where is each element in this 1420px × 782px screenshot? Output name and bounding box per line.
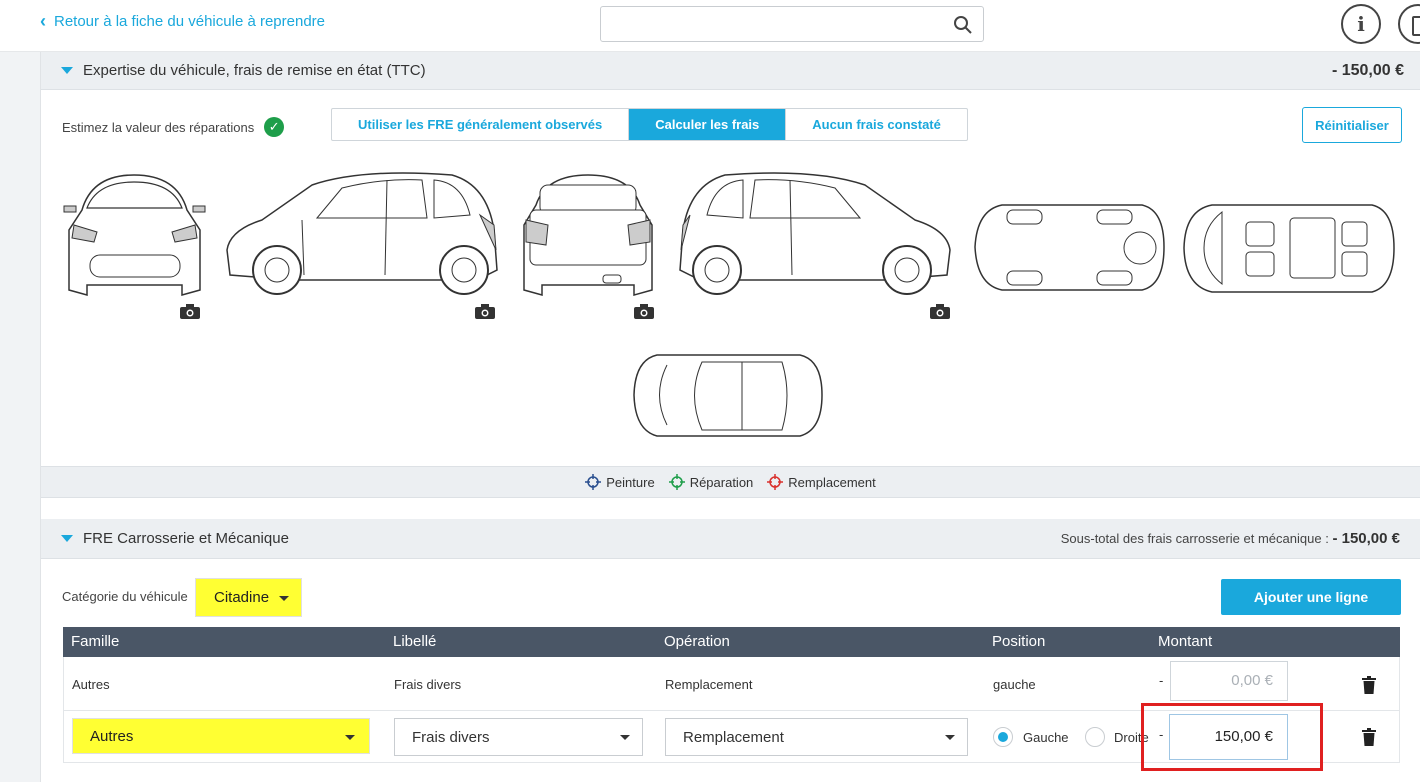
famille-select[interactable]: Autres xyxy=(72,718,370,754)
legend-peinture-label: Peinture xyxy=(606,474,655,490)
info-glyph: i xyxy=(1357,12,1365,36)
check-icon: ✓ xyxy=(264,117,285,137)
row1-libelle: Frais divers xyxy=(394,677,462,692)
search-icon[interactable] xyxy=(953,15,973,35)
category-label: Catégorie du véhicule xyxy=(62,589,188,604)
operation-select[interactable]: Remplacement xyxy=(665,718,968,756)
tab-calculer-frais[interactable]: Calculer les frais xyxy=(629,109,787,140)
row1-operation: Remplacement xyxy=(665,677,753,692)
left-gutter xyxy=(0,52,41,782)
tab-aucun-frais[interactable]: Aucun frais constaté xyxy=(786,109,967,140)
row1-amount-field[interactable]: 0,00 € xyxy=(1170,661,1288,701)
car-front-view[interactable] xyxy=(62,170,207,300)
car-interior-view[interactable] xyxy=(1182,200,1397,297)
libelle-value: Frais divers xyxy=(412,728,490,746)
estimation-mode-tabs: Utiliser les FRE généralement observés C… xyxy=(331,108,968,141)
fre-subtotal: Sous-total des frais carrosserie et méca… xyxy=(1061,530,1400,547)
collapse-triangle-icon[interactable] xyxy=(61,67,73,74)
add-line-button[interactable]: Ajouter une ligne xyxy=(1221,579,1401,615)
estimate-label: Estimez la valeur des réparations xyxy=(62,119,255,135)
operation-value: Remplacement xyxy=(683,728,784,746)
collapse-triangle-icon[interactable] xyxy=(61,535,73,542)
legend-remplacement: Remplacement xyxy=(767,474,876,490)
car-underbody-view[interactable] xyxy=(972,200,1167,295)
category-select[interactable]: Citadine xyxy=(195,578,302,617)
search-box[interactable] xyxy=(600,6,984,42)
back-link-label: Retour à la fiche du véhicule à reprendr… xyxy=(54,12,325,30)
radio-gauche-label: Gauche xyxy=(1023,730,1069,745)
legend-reparation-label: Réparation xyxy=(689,474,754,490)
camera-icon[interactable] xyxy=(930,304,950,319)
legend-remplacement-label: Remplacement xyxy=(788,474,876,490)
damage-legend: Peinture Réparation Remplacement xyxy=(41,466,1420,498)
reset-button[interactable]: Réinitialiser xyxy=(1302,107,1402,143)
chevron-down-icon xyxy=(945,735,955,740)
fre-title: FRE Carrosserie et Mécanique xyxy=(83,530,289,547)
crosshair-red-icon xyxy=(767,474,784,490)
fre-subtotal-label: Sous-total des frais carrosserie et méca… xyxy=(1060,531,1329,546)
col-operation: Opération xyxy=(664,633,730,650)
position-radio-gauche[interactable] xyxy=(993,727,1013,747)
car-left-side-view[interactable] xyxy=(222,170,502,300)
camera-icon[interactable] xyxy=(475,304,495,319)
row1-minus: - xyxy=(1159,673,1164,688)
top-bar: ‹ Retour à la fiche du véhicule à repren… xyxy=(0,0,1420,52)
tab-fre-observes[interactable]: Utiliser les FRE généralement observés xyxy=(332,109,630,140)
position-radio-droite[interactable] xyxy=(1085,727,1105,747)
back-link[interactable]: ‹ Retour à la fiche du véhicule à repren… xyxy=(40,12,325,30)
car-top-view[interactable] xyxy=(632,350,824,442)
annotation-highlight-box xyxy=(1141,703,1323,771)
chevron-down-icon xyxy=(620,735,630,740)
trash-icon[interactable] xyxy=(1362,676,1376,694)
table-header: Famille Libellé Opération Position Monta… xyxy=(63,627,1400,657)
legend-peinture: Peinture xyxy=(585,474,655,490)
fre-subtotal-value: - 150,00 € xyxy=(1332,530,1400,547)
col-montant: Montant xyxy=(1158,633,1213,650)
expertise-header[interactable]: Expertise du véhicule, frais de remise e… xyxy=(41,52,1420,90)
camera-icon[interactable] xyxy=(634,304,654,319)
info-icon[interactable]: i xyxy=(1341,4,1381,44)
col-libelle: Libellé xyxy=(393,633,437,650)
legend-reparation: Réparation xyxy=(668,474,754,490)
car-rear-view[interactable] xyxy=(518,170,658,300)
row1-famille: Autres xyxy=(72,677,110,692)
car-right-side-view[interactable] xyxy=(675,170,960,300)
expertise-title: Expertise du véhicule, frais de remise e… xyxy=(83,62,426,79)
row1-position: gauche xyxy=(993,677,1036,692)
crosshair-blue-icon xyxy=(585,474,602,490)
document-icon[interactable] xyxy=(1398,4,1420,44)
category-value: Citadine xyxy=(214,589,270,606)
famille-value: Autres xyxy=(90,727,134,745)
chevron-left-icon: ‹ xyxy=(40,11,46,31)
expertise-total: - 150,00 € xyxy=(1331,61,1404,79)
trash-icon[interactable] xyxy=(1362,728,1376,746)
fre-header[interactable]: FRE Carrosserie et Mécanique Sous-total … xyxy=(41,519,1420,559)
chevron-down-icon xyxy=(345,735,355,740)
estimate-row: Estimez la valeur des réparations ✓ xyxy=(62,117,285,137)
search-input[interactable] xyxy=(601,7,941,41)
camera-icon[interactable] xyxy=(180,304,200,319)
crosshair-green-icon xyxy=(668,474,685,490)
col-famille: Famille xyxy=(71,633,120,650)
col-position: Position xyxy=(992,633,1046,650)
chevron-down-icon xyxy=(279,596,289,601)
libelle-select[interactable]: Frais divers xyxy=(394,718,643,756)
